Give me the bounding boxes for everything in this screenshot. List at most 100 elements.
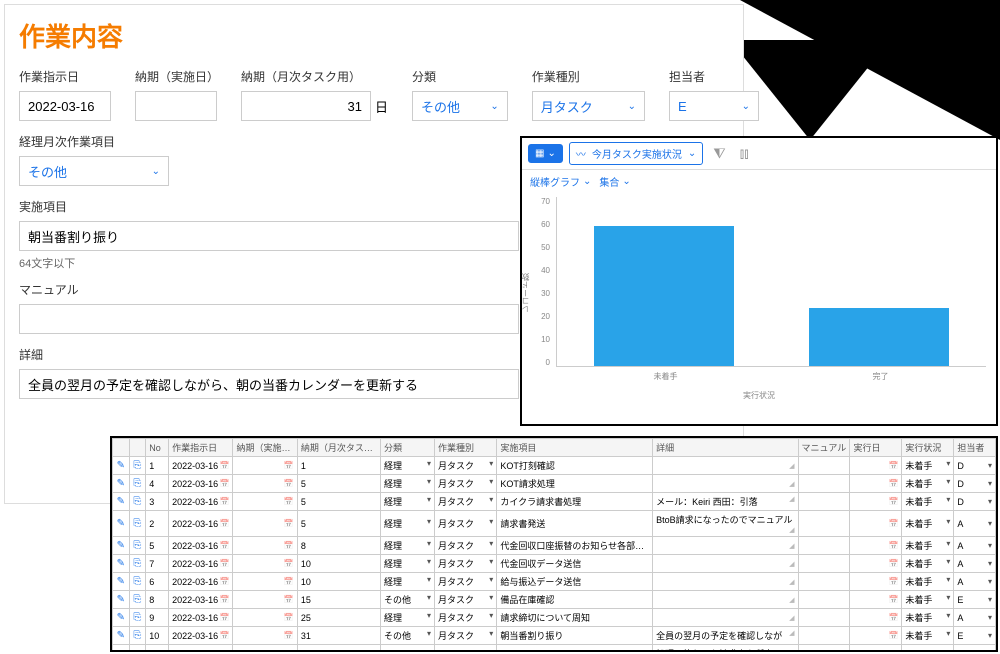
cell-manual[interactable] — [798, 645, 850, 653]
copy-icon[interactable]: ⎘ — [129, 627, 146, 645]
cell-exec-item[interactable]: カイクラ請求書処理 — [497, 493, 653, 511]
cell-date[interactable]: 2022-03-16 — [169, 457, 233, 475]
cell-exec-date[interactable] — [850, 555, 902, 573]
cell-work-type[interactable]: 月タスク — [434, 591, 496, 609]
column-header[interactable]: 担当者 — [954, 439, 996, 457]
cell-manual[interactable] — [798, 493, 850, 511]
copy-icon[interactable]: ⎘ — [129, 511, 146, 537]
copy-icon[interactable]: ⎘ — [129, 457, 146, 475]
cell-due[interactable] — [233, 627, 297, 645]
copy-icon[interactable]: ⎘ — [129, 555, 146, 573]
cell-exec-item[interactable]: KOT請求処理 — [497, 475, 653, 493]
cell-exec-date[interactable] — [850, 627, 902, 645]
copy-icon[interactable]: ⎘ — [129, 609, 146, 627]
cell-due-monthly[interactable]: 10 — [297, 555, 380, 573]
cell-due-monthly[interactable]: 10 — [297, 573, 380, 591]
cell-due[interactable] — [233, 573, 297, 591]
edit-icon[interactable]: ✎ — [113, 475, 130, 493]
cell-date[interactable]: 2022-03-16 — [169, 537, 233, 555]
cell-due-monthly[interactable]: 5 — [297, 511, 380, 537]
copy-icon[interactable]: ⎘ — [129, 573, 146, 591]
column-header[interactable]: 納期（月次タスク用） — [297, 439, 380, 457]
cell-manual[interactable] — [798, 457, 850, 475]
cell-exec-item[interactable]: 朝当番割り振り — [497, 627, 653, 645]
edit-icon[interactable]: ✎ — [113, 493, 130, 511]
cell-manual[interactable] — [798, 591, 850, 609]
cell-detail[interactable] — [653, 573, 798, 591]
column-header[interactable]: 納期（実施日） — [233, 439, 297, 457]
cell-category[interactable]: 経理 — [380, 555, 434, 573]
cell-status[interactable]: 未着手 — [902, 573, 954, 591]
exec-item-input[interactable] — [19, 221, 519, 251]
cell-manual[interactable] — [798, 555, 850, 573]
cell-assignee[interactable]: E — [954, 591, 996, 609]
bar-chart-icon[interactable]: ⫾⫾ — [736, 143, 753, 164]
cell-category[interactable]: 経理 — [380, 573, 434, 591]
filter-icon[interactable]: ⧨ — [709, 143, 730, 164]
cell-category[interactable]: 経理 — [380, 645, 434, 653]
copy-icon[interactable]: ⎘ — [129, 537, 146, 555]
edit-icon[interactable]: ✎ — [113, 645, 130, 653]
cell-due[interactable] — [233, 475, 297, 493]
cell-status[interactable]: 未着手 — [902, 511, 954, 537]
edit-icon[interactable]: ✎ — [113, 537, 130, 555]
cell-due-monthly[interactable]: 31 — [297, 627, 380, 645]
cell-category[interactable]: その他 — [380, 591, 434, 609]
cell-status[interactable]: 未着手 — [902, 627, 954, 645]
chart-type-select[interactable]: 縦棒グラフ ⌄ — [530, 174, 591, 189]
cell-assignee[interactable]: E — [954, 627, 996, 645]
grid-view-button[interactable]: ▦⌄ — [528, 144, 563, 163]
cell-due-monthly[interactable]: 1 — [297, 457, 380, 475]
cell-work-type[interactable]: 月タスク — [434, 609, 496, 627]
edit-icon[interactable]: ✎ — [113, 627, 130, 645]
cell-assignee[interactable]: D — [954, 493, 996, 511]
cell-status[interactable]: 未着手 — [902, 493, 954, 511]
cell-work-type[interactable]: 月タスク — [434, 627, 496, 645]
cell-due-monthly[interactable]: 5 — [297, 475, 380, 493]
cell-due[interactable] — [233, 609, 297, 627]
cell-exec-item[interactable]: 請求締切について周知 — [497, 609, 653, 627]
cell-status[interactable]: 未着手 — [902, 555, 954, 573]
column-header[interactable]: 作業指示日 — [169, 439, 233, 457]
cell-status[interactable]: 未着手 — [902, 537, 954, 555]
cell-date[interactable]: 2022-03-16 — [169, 573, 233, 591]
cell-manual[interactable] — [798, 573, 850, 591]
cell-exec-date[interactable] — [850, 609, 902, 627]
cell-date[interactable]: 2022-03-16 — [169, 555, 233, 573]
cell-exec-date[interactable] — [850, 511, 902, 537]
column-header[interactable]: 詳細 — [653, 439, 798, 457]
cell-work-type[interactable]: 月タスク — [434, 555, 496, 573]
cell-work-type[interactable]: 月タスク — [434, 493, 496, 511]
cell-category[interactable]: 経理 — [380, 511, 434, 537]
cell-manual[interactable] — [798, 511, 850, 537]
cell-detail[interactable]: 処理の終わった請求書を所定のラ — [653, 645, 798, 653]
edit-icon[interactable]: ✎ — [113, 511, 130, 537]
copy-icon[interactable]: ⎘ — [129, 645, 146, 653]
cell-exec-date[interactable] — [850, 493, 902, 511]
cell-detail[interactable] — [653, 555, 798, 573]
cell-detail[interactable] — [653, 457, 798, 475]
cell-assignee[interactable]: D — [954, 457, 996, 475]
cell-due[interactable] — [233, 591, 297, 609]
cell-exec-item[interactable]: 請求書発送 — [497, 511, 653, 537]
edit-icon[interactable]: ✎ — [113, 457, 130, 475]
cell-manual[interactable] — [798, 627, 850, 645]
cell-detail[interactable]: 全員の翌月の予定を確認しなが — [653, 627, 798, 645]
cell-assignee[interactable]: A — [954, 609, 996, 627]
column-header[interactable] — [113, 439, 130, 457]
edit-icon[interactable]: ✎ — [113, 555, 130, 573]
cell-due[interactable] — [233, 493, 297, 511]
cell-exec-item[interactable]: 代金回収口座振替のお知らせ各部確認・ — [497, 537, 653, 555]
cell-work-type[interactable]: 月タスク — [434, 537, 496, 555]
column-header[interactable] — [129, 439, 146, 457]
chart-series-select[interactable]: 〰今月タスク実施状況⌄ — [569, 142, 703, 165]
cell-exec-item[interactable]: KOT打刻確認 — [497, 457, 653, 475]
cell-due[interactable] — [233, 537, 297, 555]
cell-category[interactable]: 経理 — [380, 475, 434, 493]
due-monthly-input[interactable] — [241, 91, 371, 121]
cell-due-monthly[interactable]: 25 — [297, 609, 380, 627]
cell-status[interactable]: 未着手 — [902, 645, 954, 653]
cell-exec-date[interactable] — [850, 591, 902, 609]
cell-assignee[interactable]: A — [954, 511, 996, 537]
cell-manual[interactable] — [798, 475, 850, 493]
